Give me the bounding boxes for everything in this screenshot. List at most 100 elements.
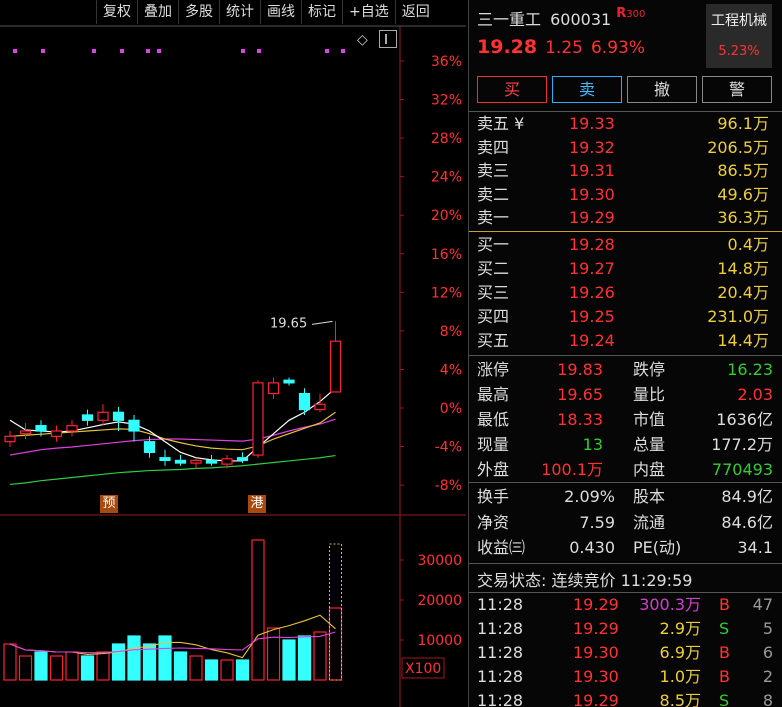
bid-row[interactable]: 买一 19.28 0.4万 (477, 233, 773, 257)
ask-row[interactable]: 卖五 ¥ 19.33 96.1万 (477, 112, 773, 136)
volume-bar[interactable] (313, 631, 327, 681)
candle-body[interactable] (112, 411, 125, 421)
volume-bar[interactable] (34, 651, 48, 681)
price-pct: 6.93% (590, 38, 645, 58)
volume-bar[interactable] (127, 635, 141, 681)
volume-tick-label: 30000 (417, 553, 462, 569)
stat-row: 最高 19.65 量比 2.03 (477, 382, 777, 407)
marker-yu[interactable]: 预 (100, 495, 118, 513)
tick-time: 11:28 (477, 643, 524, 662)
ask-price: 19.29 (569, 208, 615, 227)
ask-row[interactable]: 卖一 19.29 36.3万 (477, 206, 773, 230)
candle-body[interactable] (128, 419, 140, 432)
volume-bar[interactable] (189, 655, 203, 681)
bid-volume: 231.0万 (707, 307, 769, 326)
candle-body[interactable] (267, 382, 280, 395)
candle-body[interactable] (205, 459, 218, 464)
candle-body[interactable] (283, 379, 295, 384)
volume-bar[interactable] (111, 643, 126, 681)
cancel-button[interactable]: 撤 (627, 76, 697, 103)
y-tick-label: 12% (431, 285, 462, 301)
alert-button[interactable]: 警 (702, 76, 772, 103)
volume-bar[interactable] (204, 659, 219, 681)
volume-bar[interactable] (65, 651, 79, 681)
ask-row[interactable]: 卖三 19.31 86.5万 (477, 159, 773, 183)
bid-price: 19.25 (569, 307, 615, 326)
buy-button[interactable]: 买 (477, 76, 547, 103)
y-tick-label: 36% (431, 54, 462, 70)
candle-body[interactable] (66, 425, 78, 432)
candle-body[interactable] (221, 458, 233, 465)
kline-chart-svg[interactable]: 36% 32% 28% 24% 20% 16% 12% 8% 4% 0% -4% -8% 19.65 30… (0, 0, 466, 707)
ask-row[interactable]: 卖四 19.32 206.5万 (477, 136, 773, 160)
toolbar-button-fuquan[interactable]: 复权 (96, 0, 137, 24)
bid-label: 买一 (477, 235, 510, 254)
stat-value: 100.1万 (541, 460, 603, 479)
volume-bar[interactable] (80, 655, 95, 681)
volume-bar[interactable] (220, 659, 234, 681)
diamond-icon[interactable]: ◇ (357, 32, 368, 48)
kline-chart-panel[interactable]: 36% 32% 28% 24% 20% 16% 12% 8% 4% 0% -4% -8% 19.65 30… (0, 0, 466, 707)
toolbar-button-overlay[interactable]: 叠加 (137, 0, 178, 24)
bid-row[interactable]: 买三 19.26 20.4万 (477, 281, 773, 305)
candle-body[interactable] (190, 459, 202, 464)
volume-bar[interactable] (282, 639, 296, 681)
toolbar-button-back[interactable]: 返回 (394, 0, 436, 24)
tick-volume: 6.9万 (659, 643, 701, 662)
candle-body[interactable] (298, 392, 311, 411)
stat-value: 2.03 (737, 385, 773, 404)
candle-body[interactable] (174, 459, 187, 464)
ask-volume: 49.6万 (717, 184, 769, 204)
candle-body[interactable] (50, 430, 63, 437)
toolbar-button-multi[interactable]: 多股 (178, 0, 219, 24)
fundamental-value: 84.6亿 (721, 512, 773, 532)
volume-bar[interactable] (18, 655, 33, 681)
volume-bar[interactable] (173, 651, 188, 681)
ask-price: 19.32 (569, 137, 615, 157)
bid-row[interactable]: 买二 19.27 14.8万 (477, 257, 773, 281)
stat-key: 跌停 (633, 360, 666, 379)
tick-time: 11:28 (477, 691, 524, 707)
y-tick-label: -8% (435, 478, 462, 494)
candle-body[interactable] (236, 457, 249, 461)
candle-body[interactable] (143, 441, 156, 453)
candle-body[interactable] (159, 457, 171, 461)
collapse-icon[interactable] (379, 30, 397, 48)
toolbar-button-draw[interactable]: 画线 (260, 0, 301, 24)
marker-gang[interactable]: 港 (248, 495, 266, 513)
volume-bar[interactable] (235, 659, 250, 681)
toolbar-button-stats[interactable]: 统计 (219, 0, 260, 24)
volume-bar[interactable] (266, 627, 281, 681)
volume-bar[interactable] (328, 607, 343, 681)
candle-body[interactable] (329, 340, 342, 393)
tick-volume: 8.5万 (659, 691, 701, 707)
tick-count: 8 (762, 691, 773, 707)
ask-volume: 86.5万 (717, 161, 769, 180)
candle-body[interactable] (81, 414, 94, 421)
fundamental-row: 换手 2.09% 股本 84.9亿 (477, 484, 777, 509)
sector-box[interactable]: 工程机械 5.23% (706, 4, 772, 68)
candle-body[interactable] (19, 430, 32, 435)
volume-bar[interactable] (3, 643, 17, 681)
bid-row[interactable]: 买四 19.25 231.0万 (477, 305, 773, 329)
tick-volume: 300.3万 (639, 595, 701, 614)
sell-button[interactable]: 卖 (552, 76, 622, 103)
bid-row[interactable]: 买五 19.24 14.4万 (477, 329, 773, 353)
candle-body[interactable] (97, 411, 109, 421)
stock-name: 三一重工 (477, 10, 542, 29)
candle-body[interactable] (252, 382, 264, 456)
toolbar-button-mark[interactable]: 标记 (301, 0, 342, 24)
toolbar-button-watchlist[interactable]: +自选 (342, 0, 395, 24)
candle-body[interactable] (314, 403, 326, 411)
volume-bar[interactable] (297, 635, 312, 681)
bid-price: 19.26 (569, 283, 615, 302)
ask-row[interactable]: 卖二 19.30 49.6万 (477, 183, 773, 207)
stat-row: 外盘 100.1万 内盘 770493 (477, 457, 777, 482)
ask-price: 19.33 (569, 114, 615, 133)
volume-bar[interactable] (251, 539, 265, 681)
candle-body[interactable] (35, 425, 47, 432)
volume-bar[interactable] (49, 655, 64, 681)
volume-bar[interactable] (96, 651, 110, 681)
candle-body[interactable] (4, 435, 16, 443)
signal-dot (241, 49, 245, 53)
